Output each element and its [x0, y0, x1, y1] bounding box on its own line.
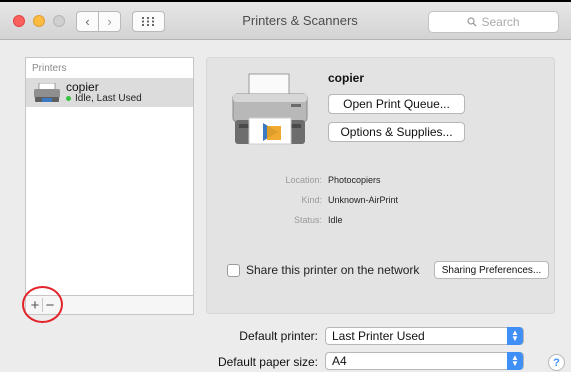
kind-value: Unknown-AirPrint	[328, 195, 399, 205]
close-button[interactable]	[13, 15, 25, 27]
share-checkbox[interactable]	[227, 263, 240, 277]
location-value: Photocopiers	[328, 175, 381, 185]
printers-list: Printers copier Idle, Last Used + −	[25, 57, 194, 315]
printer-title: copier	[328, 71, 365, 85]
default-printer-popup[interactable]: Last Printer Used ▲ ▼	[325, 327, 524, 345]
options-supplies-button[interactable]: Options & Supplies...	[328, 122, 465, 142]
printer-status: Idle, Last Used	[66, 93, 142, 104]
chevron-right-icon: ›	[107, 14, 112, 29]
default-paper-value: A4	[332, 354, 347, 368]
share-label: Share this printer on the network	[246, 263, 420, 277]
default-printer-value: Last Printer Used	[332, 329, 425, 343]
printer-status-text: Idle, Last Used	[75, 93, 142, 104]
minimize-button[interactable]	[33, 15, 45, 27]
printers-list-header: Printers	[32, 63, 67, 74]
status-label: Status:	[293, 215, 322, 225]
chevron-left-icon: ‹	[85, 14, 90, 29]
highlight-circle	[22, 286, 63, 323]
top-border	[0, 0, 571, 2]
search-field[interactable]: Search	[428, 11, 559, 33]
grid-icon	[142, 17, 154, 26]
sharing-preferences-button[interactable]: Sharing Preferences...	[434, 261, 549, 279]
updown-arrows-icon: ▲ ▼	[507, 327, 523, 345]
search-placeholder: Search	[481, 15, 520, 29]
open-print-queue-button[interactable]: Open Print Queue...	[328, 94, 465, 114]
printer-name: copier	[66, 80, 99, 94]
zoom-button[interactable]	[53, 15, 65, 27]
printer-large-icon	[232, 73, 308, 145]
share-printer-option[interactable]: Share this printer on the network	[227, 263, 419, 277]
title-bar: ‹ › Printers & Scanners Search	[0, 0, 571, 40]
printer-icon	[34, 83, 60, 102]
default-printer-label: Default printer:	[239, 329, 318, 343]
help-button[interactable]: ?	[548, 354, 565, 371]
show-all-button[interactable]	[132, 11, 165, 32]
window-title: Printers & Scanners	[242, 13, 358, 28]
back-button[interactable]: ‹	[76, 11, 99, 32]
location-label: Location:	[285, 175, 322, 185]
status-dot-icon	[66, 96, 71, 101]
status-value: Idle	[328, 215, 343, 225]
printer-detail-panel: copier Open Print Queue... Options & Sup…	[206, 57, 555, 314]
search-icon	[467, 17, 477, 27]
updown-arrows-icon: ▲ ▼	[507, 352, 523, 370]
default-paper-label: Default paper size:	[217, 355, 318, 369]
forward-button[interactable]: ›	[98, 11, 121, 32]
printer-list-item[interactable]: copier Idle, Last Used	[26, 78, 193, 107]
kind-label: Kind:	[301, 195, 322, 205]
default-paper-popup[interactable]: A4 ▲ ▼	[325, 352, 524, 370]
